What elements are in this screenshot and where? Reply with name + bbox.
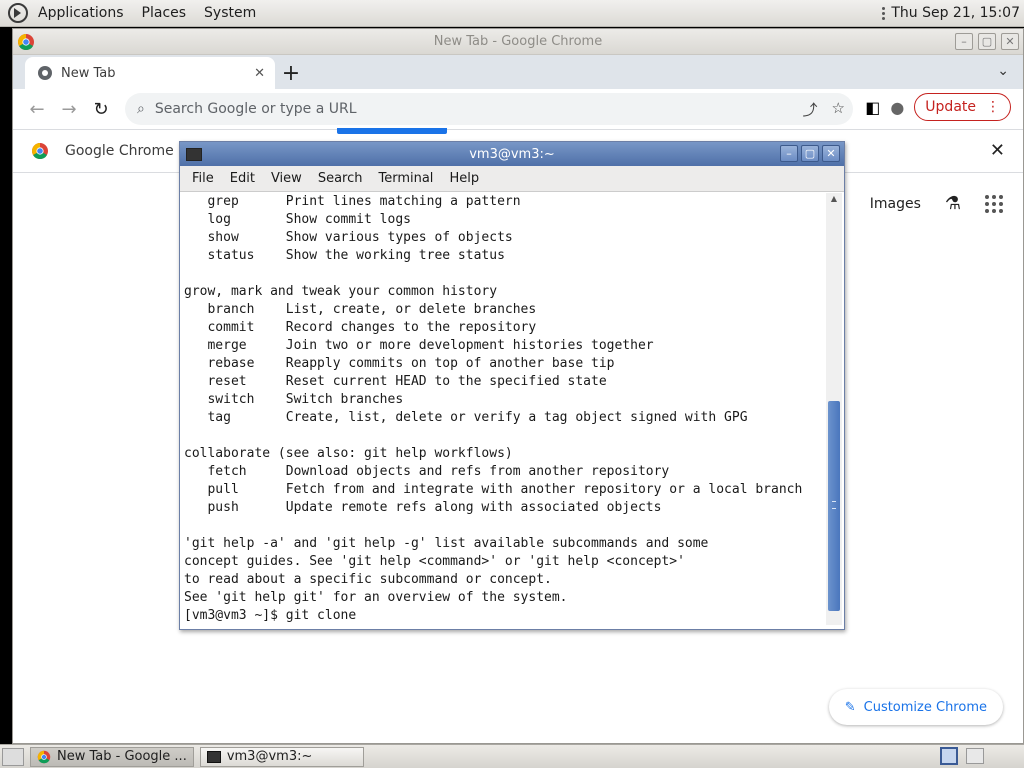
chrome-logo-icon (37, 750, 51, 763)
terminal-maximize-button[interactable]: ▢ (801, 145, 819, 162)
taskbar-chrome-label: New Tab - Google ... (57, 749, 187, 764)
terminal-line: show Show various types of objects (184, 230, 513, 245)
terminal-line: commit Record changes to the repository (184, 320, 537, 335)
workspace-2[interactable] (966, 748, 984, 764)
bookmark-star-icon[interactable]: ☆ (832, 99, 845, 120)
terminal-line: to read about a specific subcommand or c… (184, 572, 552, 587)
terminal-menubar: File Edit View Search Terminal Help (180, 166, 844, 192)
maximize-button[interactable]: ▢ (978, 33, 996, 50)
tab-label: New Tab (61, 65, 116, 81)
images-link[interactable]: Images (870, 196, 921, 212)
terminal-icon (206, 750, 221, 763)
infobar-button-edge (337, 128, 447, 134)
scroll-up-arrow-icon[interactable]: ▲ (826, 193, 842, 205)
chrome-favicon-icon (38, 66, 52, 80)
terminal-output[interactable]: grep Print lines matching a pattern log … (180, 192, 826, 628)
terminal-line: status Show the working tree status (184, 248, 505, 263)
chrome-window-title: New Tab - Google Chrome (433, 34, 603, 49)
back-button[interactable]: ← (21, 93, 53, 125)
terminal-line: See 'git help git' for an overview of th… (184, 590, 568, 605)
terminal-line: fetch Download objects and refs from ano… (184, 464, 670, 479)
panel-clock[interactable]: Thu Sep 21, 15:07 (891, 5, 1020, 21)
panel-handle-icon[interactable] (882, 6, 886, 20)
bottom-taskbar: New Tab - Google ... vm3@vm3:~ (0, 744, 1024, 768)
panel-tray: Thu Sep 21, 15:07 (882, 5, 1024, 21)
terminal-close-button[interactable]: ✕ (822, 145, 840, 162)
terminal-line: push Update remote refs along with assoc… (184, 500, 662, 515)
menu-search[interactable]: Search (310, 171, 371, 186)
apps-grid-icon[interactable] (985, 194, 1003, 213)
distro-logo-icon[interactable] (7, 2, 29, 24)
terminal-window: vm3@vm3:~ – ▢ ✕ File Edit View Search Te… (179, 141, 845, 630)
share-icon[interactable]: ⤴ (803, 99, 818, 120)
side-panel-icon[interactable]: ◧ (865, 98, 880, 117)
search-icon: ⌕ (137, 101, 145, 117)
close-window-button[interactable]: ✕ (1001, 33, 1019, 50)
tab-new-tab[interactable]: New Tab ✕ (25, 57, 275, 89)
terminal-line: concept guides. See 'git help <command>'… (184, 554, 685, 569)
taskbar-terminal[interactable]: vm3@vm3:~ (199, 746, 364, 767)
omnibox[interactable]: ⌕ Search Google or type a URL ⤴ ☆ (125, 93, 853, 125)
terminal-line: rebase Reapply commits on top of another… (184, 356, 615, 371)
scrollbar-thumb[interactable] (828, 401, 840, 611)
terminal-line: grow, mark and tweak your common history (184, 284, 498, 299)
terminal-line: pull Fetch from and integrate with anoth… (184, 482, 803, 497)
tab-strip: New Tab ✕ + ⌄ (13, 55, 1023, 89)
applications-menu[interactable]: Applications (29, 0, 133, 27)
menu-edit[interactable]: Edit (222, 171, 263, 186)
terminal-line: collaborate (see also: git help workflow… (184, 446, 513, 461)
terminal-line: reset Reset current HEAD to the specifie… (184, 374, 607, 389)
customize-label: Customize Chrome (863, 699, 987, 715)
update-label: Update (925, 99, 976, 115)
forward-button[interactable]: → (53, 93, 85, 125)
reload-button[interactable]: ↻ (85, 93, 117, 125)
terminal-scrollbar[interactable]: ▲ (826, 193, 842, 625)
close-tab-icon[interactable]: ✕ (254, 66, 265, 81)
infobar-close-icon[interactable]: ✕ (990, 140, 1005, 161)
taskbar-terminal-label: vm3@vm3:~ (226, 749, 313, 764)
taskbar-chrome[interactable]: New Tab - Google ... (30, 746, 194, 767)
infobar-message: Google Chrome is (65, 143, 190, 159)
places-menu[interactable]: Places (133, 0, 196, 27)
pencil-icon: ✎ (844, 699, 856, 715)
top-panel: Applications Places System Thu Sep 21, 1… (0, 0, 1024, 27)
menu-help[interactable]: Help (441, 171, 487, 186)
chrome-titlebar[interactable]: New Tab - Google Chrome – ▢ ✕ (13, 29, 1023, 55)
terminal-minimize-button[interactable]: – (780, 145, 798, 162)
menu-kebab-icon: ⋮ (986, 99, 1000, 115)
terminal-titlebar[interactable]: vm3@vm3:~ – ▢ ✕ (180, 142, 844, 166)
terminal-line: grep Print lines matching a pattern (184, 194, 521, 209)
show-desktop-button[interactable] (2, 747, 24, 766)
labs-flask-icon[interactable]: ⚗ (945, 193, 961, 214)
terminal-prompt-line: [vm3@vm3 ~]$ git clone (184, 608, 365, 623)
terminal-line: switch Switch branches (184, 392, 404, 407)
terminal-line: branch List, create, or delete branches (184, 302, 537, 317)
new-tab-button[interactable]: + (277, 59, 305, 87)
chrome-toolbar: ← → ↻ ⌕ Search Google or type a URL ⤴ ☆ … (13, 89, 1023, 129)
terminal-title: vm3@vm3:~ (469, 146, 555, 162)
chrome-logo-icon (32, 143, 48, 160)
update-button[interactable]: Update ⋮ (914, 93, 1011, 121)
menu-terminal[interactable]: Terminal (370, 171, 441, 186)
minimize-button[interactable]: – (955, 33, 973, 50)
menu-file[interactable]: File (180, 171, 222, 186)
customize-chrome-button[interactable]: ✎ Customize Chrome (828, 689, 1003, 725)
terminal-line: log Show commit logs (184, 212, 411, 227)
profile-avatar-icon[interactable]: ● (890, 98, 904, 117)
tab-search-chevron-icon[interactable]: ⌄ (997, 63, 1009, 79)
terminal-line: tag Create, list, delete or verify a tag… (184, 410, 748, 425)
system-menu[interactable]: System (195, 0, 265, 27)
menu-view[interactable]: View (263, 171, 310, 186)
workspace-1[interactable] (940, 747, 958, 765)
omnibox-placeholder: Search Google or type a URL (154, 101, 357, 117)
terminal-line: 'git help -a' and 'git help -g' list ava… (184, 536, 709, 551)
ntp-header-links: Images ⚗ (870, 193, 1003, 214)
terminal-line: merge Join two or more development histo… (184, 338, 654, 353)
